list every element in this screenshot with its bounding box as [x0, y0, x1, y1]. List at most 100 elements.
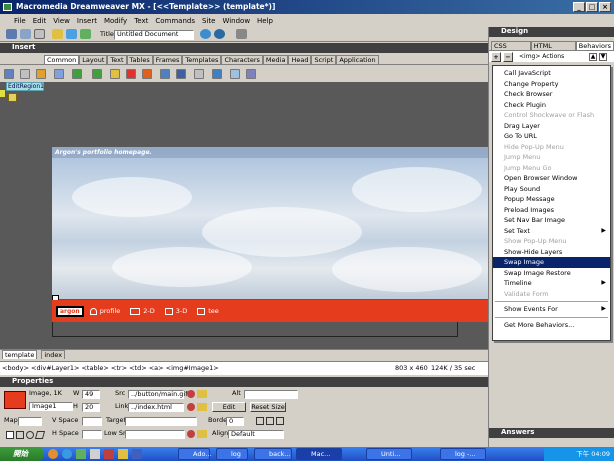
menu-commands[interactable]: Commands — [155, 17, 195, 25]
edit-button[interactable]: Edit — [212, 402, 246, 412]
taskbar-button[interactable]: log — [216, 448, 248, 460]
add-behavior-button[interactable]: + — [491, 52, 501, 62]
insert-tab-head[interactable]: Head — [288, 55, 312, 64]
alt-field[interactable] — [244, 390, 298, 399]
taskbar-button[interactable]: Unti... — [366, 448, 412, 460]
target-select[interactable] — [125, 417, 197, 426]
reset-size-button[interactable]: Reset Size — [250, 402, 286, 412]
move-up-icon[interactable]: ▲ — [589, 53, 597, 61]
doc-tab-index[interactable]: index — [41, 350, 66, 359]
move-down-icon[interactable]: ▼ — [599, 53, 607, 61]
behavior-open-browser-window[interactable]: Open Browser Window — [493, 173, 610, 184]
clock[interactable]: 下午 04:09 — [576, 450, 610, 458]
live-data-icon[interactable] — [52, 29, 63, 39]
behavior-swap-image-restore[interactable]: Swap Image Restore — [493, 268, 610, 279]
menu-edit[interactable]: Edit — [33, 17, 47, 25]
point-to-file-icon[interactable] — [187, 390, 195, 398]
behavior-show-hide-layers[interactable]: Show-Hide Layers — [493, 247, 610, 258]
tabular-data-icon[interactable] — [230, 69, 240, 79]
browser-preview-icon[interactable] — [214, 29, 225, 39]
design-view-icon[interactable] — [34, 29, 45, 39]
fireworks-html-icon[interactable] — [126, 69, 136, 79]
quicklaunch-icon-1[interactable] — [48, 449, 58, 459]
border-field[interactable]: 0 — [226, 417, 244, 426]
menu-insert[interactable]: Insert — [77, 17, 97, 25]
map-name-field[interactable] — [18, 417, 42, 426]
quicklaunch-icon-6[interactable] — [118, 449, 128, 459]
refresh-icon[interactable] — [80, 29, 91, 39]
menu-text[interactable]: Text — [134, 17, 148, 25]
design-tab-behaviors[interactable]: Behaviors — [575, 41, 614, 50]
menu-view[interactable]: View — [53, 17, 70, 25]
doc-tab-template[interactable]: template — [2, 350, 38, 359]
behavior-set-nav-bar-image[interactable]: Set Nav Bar Image — [493, 215, 610, 226]
circle-hotspot-icon[interactable] — [26, 431, 34, 439]
behavior-check-plugin[interactable]: Check Plugin — [493, 100, 610, 111]
document-title-input[interactable]: Untitled Document — [114, 30, 194, 40]
pointer-hotspot-icon[interactable] — [6, 431, 14, 439]
hspace-field[interactable] — [82, 430, 102, 439]
taskbar-button[interactable]: back... — [254, 448, 292, 460]
flash-icon[interactable] — [142, 69, 152, 79]
taskbar-button[interactable]: log -... — [440, 448, 486, 460]
quicklaunch-icon-5[interactable] — [104, 449, 114, 459]
quicklaunch-icon-3[interactable] — [76, 449, 86, 459]
hyperlink-icon[interactable] — [4, 69, 14, 79]
code-view-icon[interactable] — [6, 29, 17, 39]
menu-site[interactable]: Site — [202, 17, 215, 25]
view-options-icon[interactable] — [236, 29, 247, 39]
quicklaunch-icon-7[interactable] — [132, 449, 142, 459]
behavior-get-more-behaviors[interactable]: Get More Behaviors... — [493, 320, 610, 331]
insert-tab-application[interactable]: Application — [336, 55, 379, 64]
behavior-show-events-for[interactable]: Show Events For ▶ — [493, 304, 610, 315]
menu-window[interactable]: Window — [222, 17, 250, 25]
insert-tab-characters[interactable]: Characters — [221, 55, 263, 64]
maximize-button[interactable]: □ — [586, 2, 598, 12]
design-panel-header[interactable]: Design — [489, 27, 614, 37]
named-anchor-icon[interactable] — [36, 69, 46, 79]
behavior-go-to-url[interactable]: Go To URL — [493, 131, 610, 142]
behavior-swap-image[interactable]: Swap Image — [493, 257, 610, 268]
nav-logo[interactable]: argon — [56, 305, 84, 317]
image-name-field[interactable]: Image1 — [29, 402, 73, 411]
width-field[interactable]: 49 — [82, 390, 100, 399]
editable-region-tag[interactable]: EditRegion1 — [6, 82, 44, 91]
behavior-change-property[interactable]: Change Property — [493, 79, 610, 90]
rect-hotspot-icon[interactable] — [16, 431, 24, 439]
behavior-call-javascript[interactable]: Call JavaScript — [493, 68, 610, 79]
quicklaunch-icon-2[interactable] — [62, 449, 72, 459]
close-button[interactable]: × — [599, 2, 611, 12]
link-point-icon[interactable] — [187, 403, 195, 411]
taskbar-button[interactable]: Mac... — [296, 448, 342, 460]
menu-modify[interactable]: Modify — [104, 17, 127, 25]
insert-tab-frames[interactable]: Frames — [152, 55, 183, 64]
navigation-bar-icon[interactable] — [176, 69, 186, 79]
rollover-image-icon[interactable] — [160, 69, 170, 79]
nav-item-tee[interactable]: tee — [197, 307, 219, 315]
align-right-icon[interactable] — [276, 417, 284, 425]
nav-item-profile[interactable]: profile — [89, 307, 120, 315]
behavior-preload-images[interactable]: Preload Images — [493, 205, 610, 216]
src-field[interactable]: ../button/main.gif — [128, 390, 187, 399]
align-select[interactable]: Default — [228, 430, 284, 439]
start-button[interactable]: 開始 — [0, 447, 44, 461]
preview-icon[interactable] — [66, 29, 77, 39]
browse-folder-icon[interactable] — [197, 390, 207, 398]
lowsrc-folder-icon[interactable] — [197, 430, 207, 438]
window-size[interactable]: 803 x 460 — [395, 364, 428, 373]
insert-tab-tables[interactable]: Tables — [126, 55, 153, 64]
answers-header[interactable]: Answers — [489, 428, 614, 438]
properties-header[interactable]: Properties — [0, 377, 488, 387]
align-left-icon[interactable] — [256, 417, 264, 425]
behavior-popup-message[interactable]: Popup Message — [493, 194, 610, 205]
image-icon[interactable] — [92, 69, 102, 79]
sky-banner-image[interactable]: Argon's portfolio homepage. — [52, 147, 488, 299]
insert-tab-media[interactable]: Media — [262, 55, 289, 64]
height-field[interactable]: 20 — [82, 403, 100, 412]
insert-tab-layout[interactable]: Layout — [79, 55, 108, 64]
file-management-icon[interactable] — [200, 29, 211, 39]
insert-tab-text[interactable]: Text — [107, 55, 127, 64]
horizontal-rule-icon[interactable] — [194, 69, 204, 79]
link-field[interactable]: ../index.html — [128, 403, 184, 412]
insert-tab-templates[interactable]: Templates — [182, 55, 222, 64]
